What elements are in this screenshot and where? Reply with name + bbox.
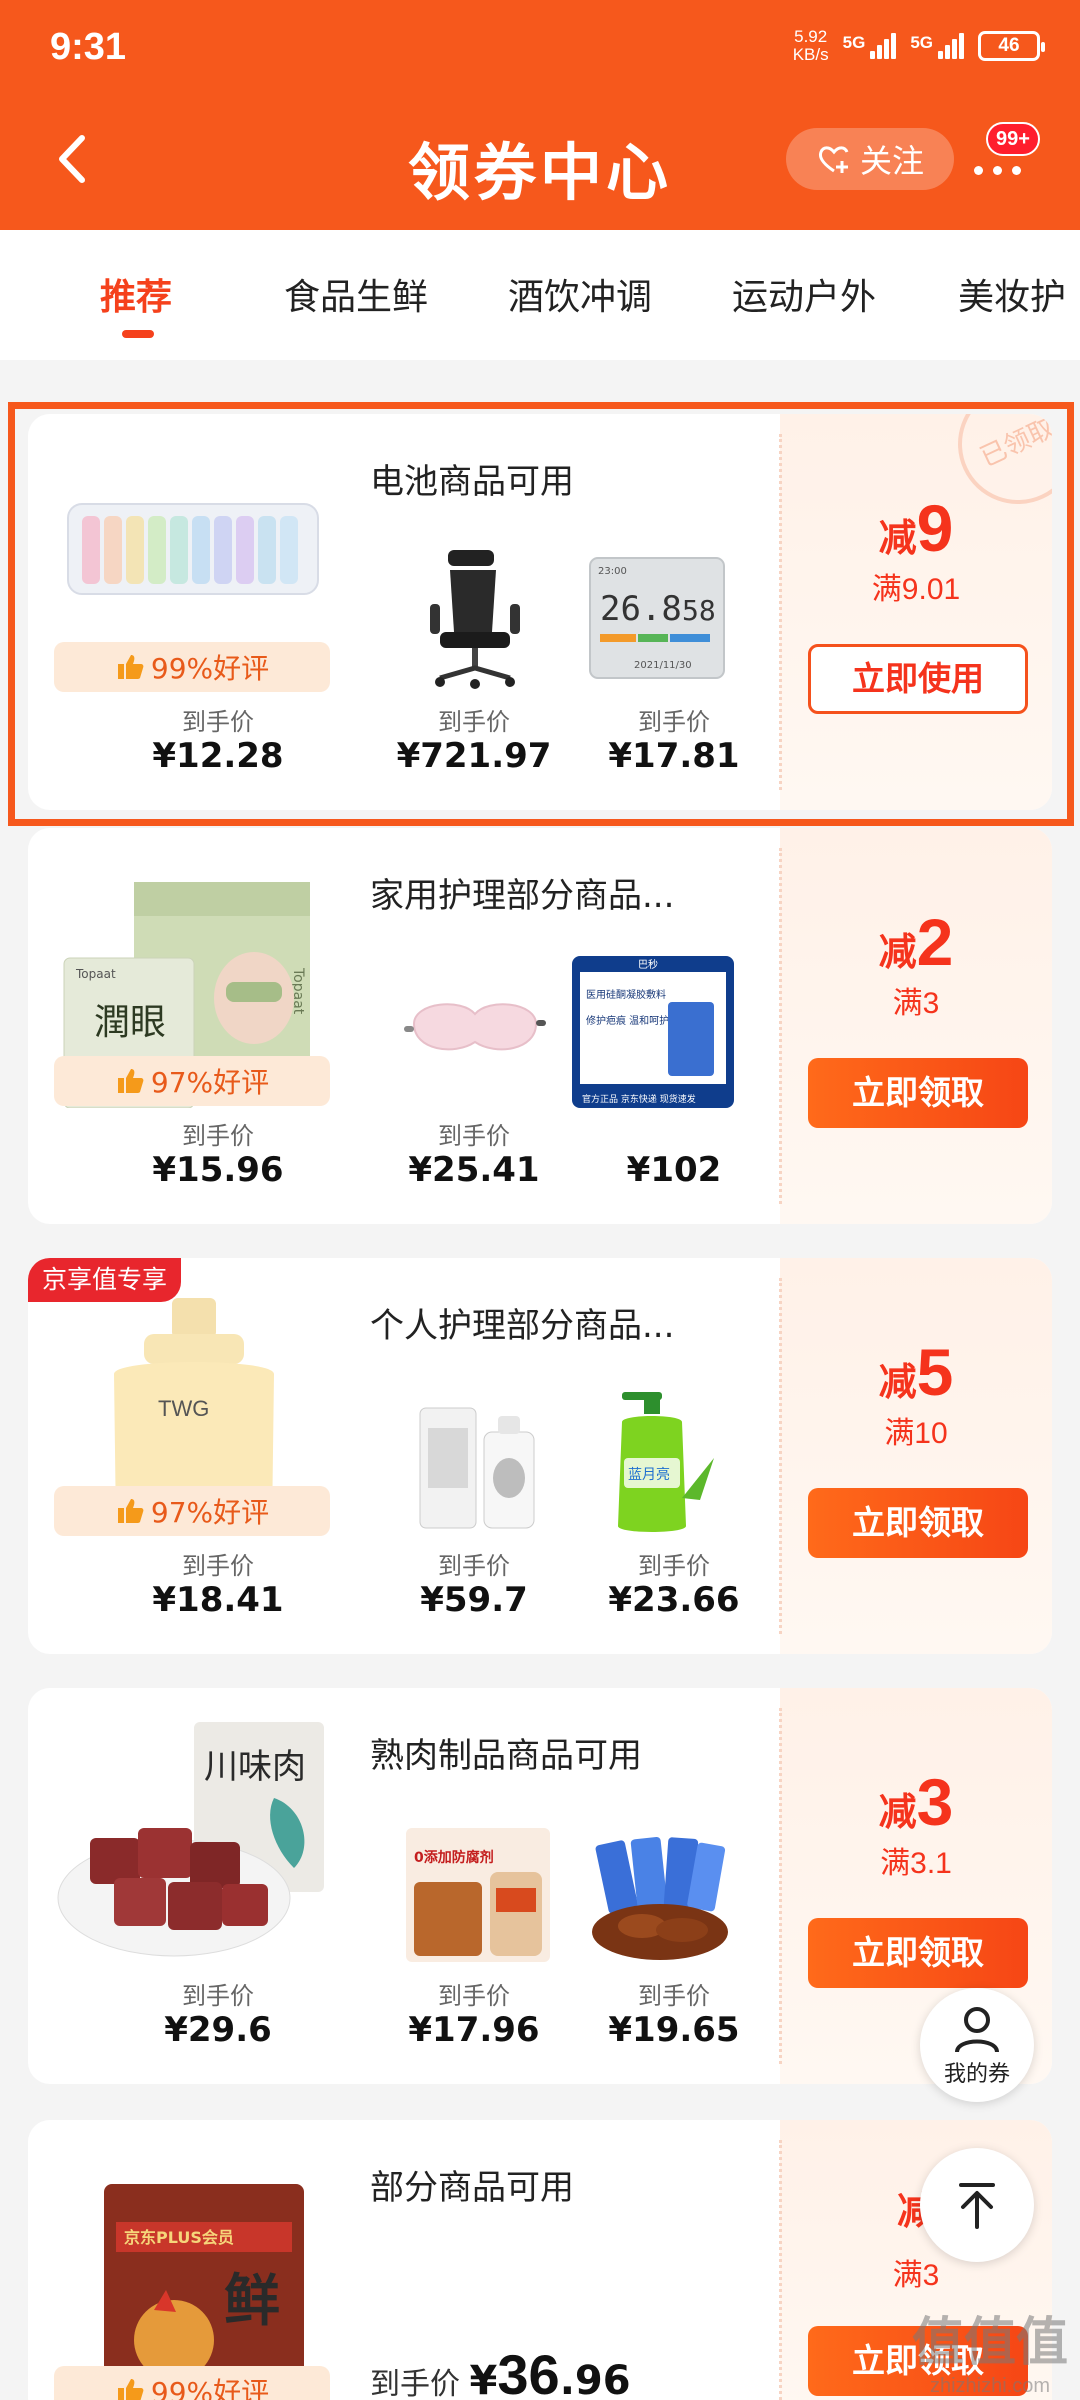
threshold: 满3 <box>892 2259 940 2292</box>
coupon-card: 川味肉 熟肉制品商品可用 0添加防腐剂 到手价 ¥29.6 到手价 ¥17.96… <box>28 1688 1052 2084</box>
svg-text:巴秒: 巴秒 <box>638 958 658 971</box>
tab-food-fresh[interactable]: 食品生鲜 <box>284 268 428 320</box>
svg-text:川味肉: 川味肉 <box>204 1747 306 1787</box>
beef-jerky-image: 川味肉 <box>57 1722 324 1957</box>
my-coupons-label: 我的券 <box>943 2062 1010 2087</box>
product-price: ¥59.7 <box>420 1580 528 1620</box>
discount-amount: 减3 <box>878 1765 954 1839</box>
svg-text:潤眼: 潤眼 <box>94 1002 166 1043</box>
body-lotion-bottles-image <box>419 1407 535 1529</box>
svg-text:0添加防腐剂: 0添加防腐剂 <box>414 1849 494 1866</box>
tab-drinks[interactable]: 酒饮冲调 <box>508 268 652 320</box>
price-label: 到手价 <box>438 1122 510 1150</box>
threshold: 满3.1 <box>880 1847 952 1880</box>
watermark: 值值值 zhizhizhi.com <box>911 2313 1068 2397</box>
silk-eye-mask-image <box>404 1003 546 1051</box>
signal-icon: 5G <box>910 33 964 59</box>
svg-text:医用硅酮凝胶敷料: 医用硅酮凝胶敷料 <box>586 988 666 1001</box>
more-icon <box>974 166 1021 175</box>
svg-text:TWG: TWG <box>158 1396 209 1421</box>
plus-member-pack-image: 京东PLUS会员 鲜 <box>104 2184 304 2400</box>
product-price: ¥102 <box>626 1150 722 1190</box>
signal-icon: 5G <box>843 33 897 59</box>
price-label: 到手价 <box>182 1122 254 1150</box>
svg-text:Topaat: Topaat <box>75 967 116 981</box>
coupon-products[interactable]: 川味肉 熟肉制品商品可用 0添加防腐剂 到手价 ¥29.6 到手价 ¥17.96… <box>28 1688 780 2084</box>
svg-text:蓝月亮: 蓝月亮 <box>628 1466 670 1483</box>
tab-outdoor[interactable]: 运动户外 <box>732 268 876 320</box>
product-price: ¥19.65 <box>608 2010 740 2050</box>
coupon-card: TWG 京享值专享 97%好评 个人护理部分商品... 蓝月亮 到手价 ¥18.… <box>28 1258 1052 1654</box>
status-icons: 5.92 KB/s 5G 5G 46 <box>792 27 1045 64</box>
message-badge: 99+ <box>986 122 1040 156</box>
product-price: ¥29.6 <box>164 2010 272 2050</box>
discount-amount: 减5 <box>878 1335 954 1409</box>
hand-soap-bottle-image: 蓝月亮 <box>618 1392 714 1532</box>
follow-label: 关注 <box>859 142 924 180</box>
svg-text:鲜: 鲜 <box>224 2268 280 2334</box>
price-label: 到手价 <box>438 1982 510 2010</box>
battery-icon: 46 <box>978 31 1045 61</box>
more-button[interactable]: 99+ <box>966 122 1040 190</box>
claim-now-button[interactable]: 立即领取 <box>808 1918 1028 1988</box>
scar-gel-ad-image: 巴秒 医用硅酮凝胶敷料 修护疤痕 温和呵护 官方正品 京东快递 现货速发 <box>572 956 734 1108</box>
back-to-top-button[interactable] <box>920 2148 1034 2262</box>
status-bar: 9:31 5.92 KB/s 5G 5G 46 <box>0 0 1080 100</box>
thumbs-up-icon <box>117 1499 144 1523</box>
thumbs-up-icon <box>117 1069 144 1093</box>
claim-now-button[interactable]: 立即领取 <box>808 1488 1028 1558</box>
coupon-title: 熟肉制品商品可用 <box>370 1736 642 1776</box>
snack-packs-image <box>592 1837 728 1960</box>
tab-beauty[interactable]: 美妆护 <box>958 268 1066 320</box>
coupon-products[interactable]: Topaat Topaat 潤眼 97%好评 家用护理部分商品... 巴秒 医用… <box>28 828 780 1224</box>
product-price: ¥17.96 <box>408 2010 540 2050</box>
highlight-frame <box>8 402 1074 826</box>
arrow-up-icon <box>959 2183 995 2229</box>
nav-bar: 领券中心 关注 99+ <box>0 100 1080 230</box>
coupon-title: 部分商品可用 <box>370 2168 574 2208</box>
svg-text:京东PLUS会员: 京东PLUS会员 <box>124 2228 234 2247</box>
network-speed: 5.92 KB/s <box>792 27 829 64</box>
follow-button[interactable]: 关注 <box>786 128 954 190</box>
product-price: 到手价 ¥36.96 <box>370 2343 631 2400</box>
product-price: ¥15.96 <box>152 1150 284 1190</box>
coupon-title: 个人护理部分商品... <box>370 1306 675 1346</box>
price-label: 到手价 <box>638 1552 710 1580</box>
coupon-value-panel: 减2 满3 立即领取 <box>779 828 1052 1224</box>
status-time: 9:31 <box>50 26 127 68</box>
rating-badge: 97%好评 <box>54 1486 330 1536</box>
rating-badge: 97%好评 <box>54 1056 330 1106</box>
category-tabs: 推荐 食品生鲜 酒饮冲调 运动户外 美妆护 <box>0 230 1080 360</box>
coupon-title: 家用护理部分商品... <box>370 876 675 916</box>
svg-text:官方正品 京东快递 现货速发: 官方正品 京东快递 现货速发 <box>582 1093 696 1105</box>
price-label: 到手价 <box>182 1982 254 2010</box>
coupon-card: 京东PLUS会员 鲜 99%好评 部分商品可用 到手价 ¥36.96 减 满3 … <box>28 2120 1052 2400</box>
active-tab-indicator <box>122 330 154 338</box>
heart-plus-icon <box>818 146 849 173</box>
my-coupons-button[interactable]: 我的券 <box>920 1988 1034 2102</box>
coupon-products[interactable]: 京东PLUS会员 鲜 99%好评 部分商品可用 到手价 ¥36.96 <box>28 2120 780 2400</box>
thumbs-up-icon <box>117 2379 144 2400</box>
product-price: ¥18.41 <box>152 1580 284 1620</box>
price-label: 到手价 <box>182 1552 254 1580</box>
price-label: 到手价 <box>638 1982 710 2010</box>
price-label: 到手价 <box>438 1552 510 1580</box>
coupon-card: Topaat Topaat 潤眼 97%好评 家用护理部分商品... 巴秒 医用… <box>28 828 1052 1224</box>
coupon-value-panel: 减5 满10 立即领取 <box>779 1258 1052 1654</box>
rating-badge: 99%好评 <box>54 2366 330 2400</box>
coupon-products[interactable]: TWG 京享值专享 97%好评 个人护理部分商品... 蓝月亮 到手价 ¥18.… <box>28 1258 780 1654</box>
braised-meat-jar-image: 0添加防腐剂 <box>406 1828 550 1962</box>
claim-now-button[interactable]: 立即领取 <box>808 1058 1028 1128</box>
product-price: ¥23.66 <box>608 1580 740 1620</box>
discount-amount: 减2 <box>878 905 954 979</box>
threshold: 满3 <box>892 987 940 1020</box>
svg-text:修护疤痕 温和呵护: 修护疤痕 温和呵护 <box>586 1014 669 1027</box>
tab-recommend[interactable]: 推荐 <box>100 268 172 320</box>
threshold: 满10 <box>884 1417 948 1450</box>
vip-exclusive-tag: 京享值专享 <box>28 1258 182 1302</box>
product-price: ¥25.41 <box>408 1150 540 1190</box>
user-icon <box>955 2007 999 2053</box>
